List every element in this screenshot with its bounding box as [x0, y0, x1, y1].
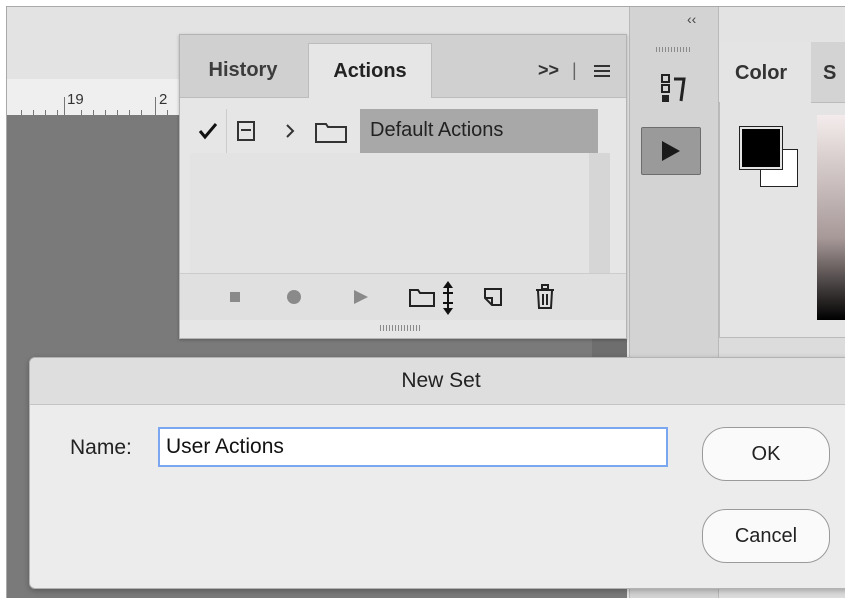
collapse-panels-icon[interactable]: ‹‹ [687, 11, 696, 27]
history-step-icon[interactable] [654, 69, 694, 109]
tab-swatches-label: S [823, 62, 837, 84]
name-input[interactable] [158, 427, 668, 467]
new-set-icon[interactable] [408, 286, 436, 308]
tab-color[interactable]: Color [719, 42, 812, 102]
actions-panel: History Actions >> | Default Actions [179, 34, 627, 339]
ok-button[interactable]: OK [702, 427, 830, 481]
dialog-title: New Set [30, 358, 845, 405]
tab-divider: | [572, 60, 577, 80]
new-set-dialog: New Set Name: OK Cancel [29, 357, 845, 589]
name-label: Name: [70, 436, 132, 459]
chevron-right-icon[interactable] [284, 122, 296, 140]
tab-actions[interactable]: Actions [308, 43, 432, 98]
ruler-label: 2 [159, 91, 168, 108]
folder-icon [315, 123, 347, 143]
foreground-color-swatch[interactable] [739, 126, 783, 170]
stop-icon[interactable] [228, 290, 242, 304]
cancel-button[interactable]: Cancel [702, 509, 830, 563]
action-set-label: Default Actions [370, 119, 504, 141]
horizontal-ruler: 19 2 [7, 79, 187, 116]
new-action-icon[interactable] [482, 286, 504, 308]
color-picker-field[interactable] [817, 115, 845, 320]
record-icon[interactable] [286, 289, 302, 305]
actions-panel-tabbar: History Actions >> | [180, 35, 626, 98]
delete-icon[interactable] [534, 284, 556, 310]
action-set-row[interactable]: Default Actions [190, 109, 598, 154]
dock-grip[interactable] [656, 47, 692, 52]
play-icon [662, 141, 680, 161]
photoshop-window: 19 2 ‹‹ History Actions >> | Default Act… [6, 6, 845, 598]
actions-scrollbar[interactable] [589, 153, 610, 273]
panel-overflow-button[interactable]: >> [538, 60, 559, 81]
checkmark-icon[interactable] [198, 122, 218, 140]
panel-resize-grip[interactable] [380, 325, 420, 331]
dialog-toggle-icon[interactable] [236, 120, 256, 142]
tab-history[interactable]: History [192, 43, 294, 97]
tab-color-label: Color [735, 62, 788, 84]
panel-menu-icon[interactable] [592, 63, 612, 79]
tab-swatches[interactable]: S [811, 42, 845, 103]
actions-list [190, 153, 589, 273]
actions-panel-button[interactable] [641, 127, 701, 175]
resize-cursor-icon [443, 281, 453, 315]
play-icon[interactable] [352, 288, 370, 306]
ruler-label: 19 [67, 91, 84, 108]
actions-toolbar [180, 273, 626, 320]
